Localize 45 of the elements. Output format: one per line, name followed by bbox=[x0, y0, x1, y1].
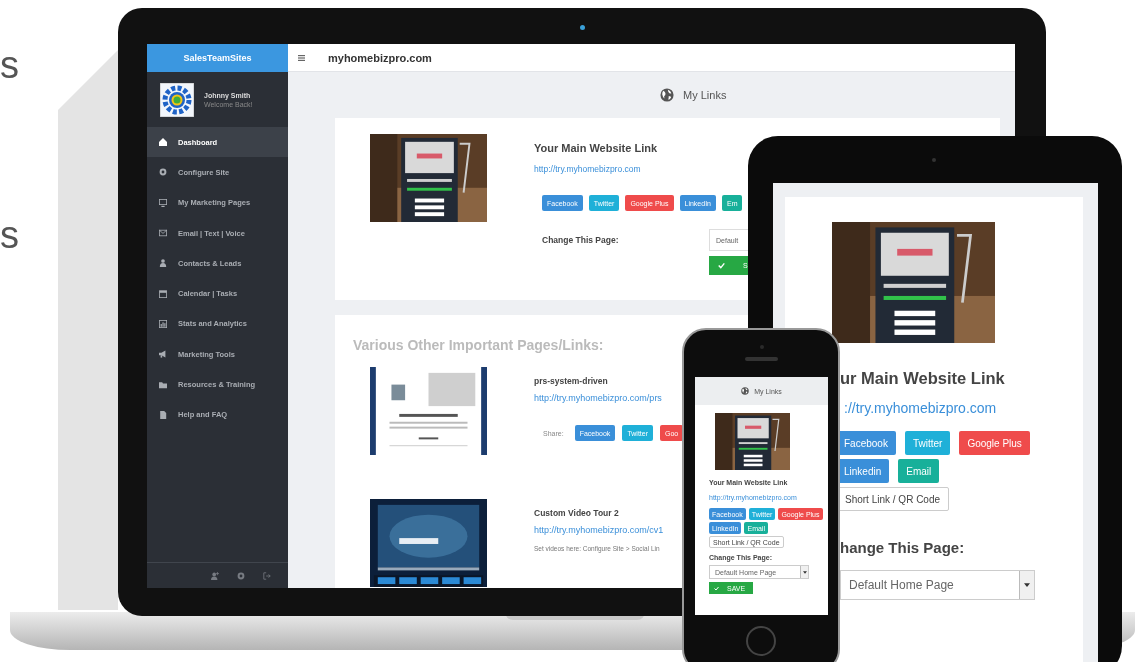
field-label: hange This Page: bbox=[840, 539, 966, 556]
add-user-icon bbox=[211, 571, 219, 580]
check-icon bbox=[718, 262, 725, 269]
link-title: ur Main Website Link bbox=[840, 369, 1006, 388]
globe-icon bbox=[660, 88, 674, 102]
share-button[interactable]: Twitter bbox=[904, 431, 951, 455]
settings-icon bbox=[237, 571, 245, 580]
link-title: Custom Video Tour 2 bbox=[534, 508, 620, 518]
caret-icon bbox=[802, 570, 807, 574]
avatar-icon bbox=[160, 82, 194, 117]
page-title: My Links bbox=[683, 89, 727, 101]
home-icon bbox=[159, 138, 167, 147]
monitor-icon bbox=[159, 198, 167, 207]
megaphone-icon bbox=[159, 350, 167, 359]
speaker-slot bbox=[745, 357, 778, 361]
link-title: Your Main Website Link bbox=[534, 142, 659, 154]
menu-icon bbox=[298, 54, 305, 61]
chart-icon bbox=[159, 319, 167, 328]
page-link[interactable]: http://try.myhomebizpro.com/cv1 bbox=[534, 525, 664, 535]
caret-icon bbox=[1024, 583, 1030, 587]
brand-title: SalesTeamSites bbox=[147, 44, 288, 72]
website-link[interactable]: http://try.myhomebizpro.com bbox=[534, 164, 641, 174]
camera-dot bbox=[580, 25, 585, 30]
folder-icon bbox=[159, 380, 167, 389]
page-select[interactable]: Default Home Page bbox=[840, 570, 1035, 600]
share-button[interactable]: Google Plus bbox=[959, 431, 1030, 455]
heading-text: s bbox=[0, 46, 19, 84]
link-title: prs-system-driven bbox=[534, 376, 609, 386]
home-button[interactable] bbox=[746, 626, 776, 656]
section-title: Various Other Important Pages/Links: bbox=[353, 337, 604, 353]
share-button[interactable]: Email bbox=[898, 459, 940, 483]
logout-icon bbox=[263, 571, 271, 580]
site-title: myhomebizpro.com bbox=[328, 51, 432, 64]
envelope-icon bbox=[159, 229, 167, 238]
file-icon bbox=[159, 410, 167, 419]
gear-icon bbox=[159, 168, 167, 177]
page-link[interactable]: http://try.myhomebizpro.com/prs bbox=[534, 393, 662, 403]
heading-text: s bbox=[0, 216, 19, 254]
check-icon bbox=[714, 585, 719, 591]
calendar-icon bbox=[159, 289, 167, 298]
website-link[interactable]: ://try.myhomebizpro.com bbox=[844, 400, 997, 416]
camera-dot bbox=[932, 158, 936, 162]
globe-icon bbox=[741, 387, 750, 395]
field-label: Change This Page: bbox=[542, 235, 620, 245]
person-icon bbox=[159, 259, 167, 268]
